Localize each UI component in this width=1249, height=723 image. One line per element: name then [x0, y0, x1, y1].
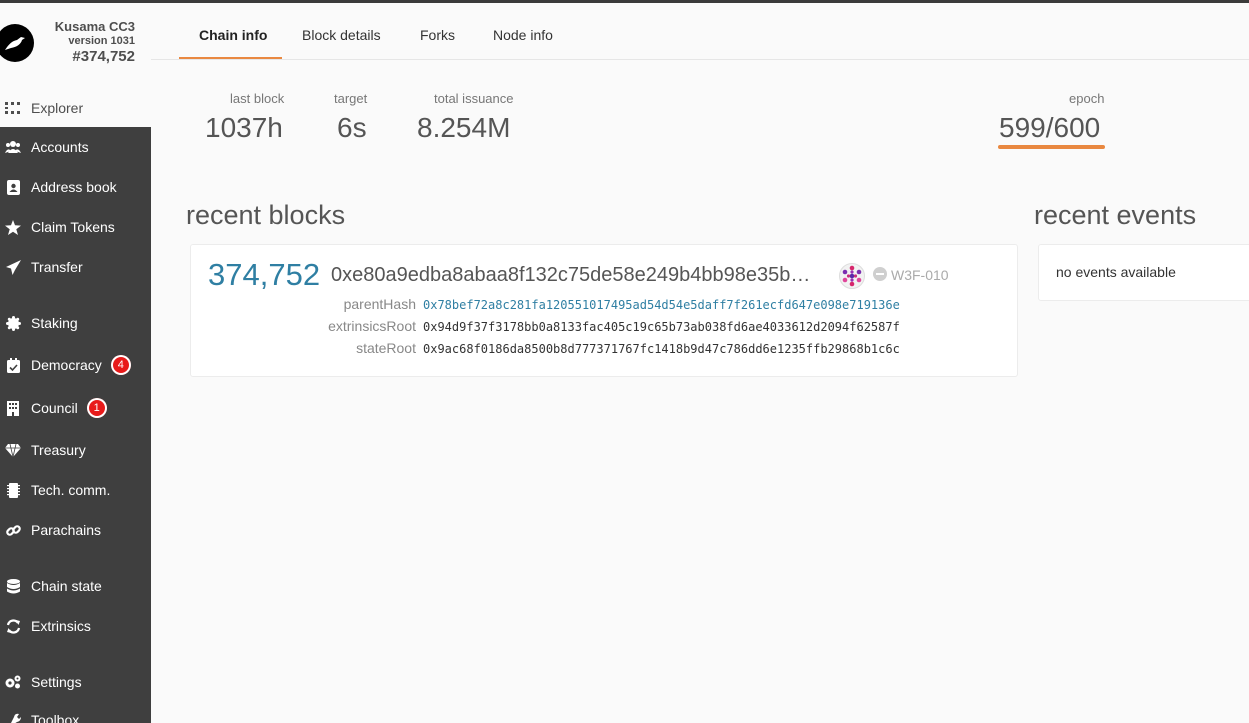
- active-tab-indicator: [179, 57, 282, 59]
- link-icon: [5, 522, 21, 538]
- tab-block-details[interactable]: Block details: [302, 3, 381, 59]
- block-hash: 0xe80a9edba8abaa8f132c75de58e249b4bb98e3…: [331, 264, 811, 286]
- grid-icon: [5, 100, 21, 116]
- sidebar-item-council[interactable]: Council 1: [0, 389, 151, 427]
- sidebar-item-claim-tokens[interactable]: Claim Tokens: [0, 208, 151, 246]
- chain-best-block: #374,752: [72, 48, 135, 65]
- sidebar-item-settings[interactable]: Settings: [0, 663, 151, 701]
- sidebar-item-label: Staking: [31, 315, 78, 331]
- sidebar-item-label: Claim Tokens: [31, 219, 115, 235]
- block-author[interactable]: W3F-010: [891, 267, 949, 283]
- sidebar-item-democracy[interactable]: Democracy 4: [0, 346, 151, 384]
- microchip-icon: [5, 482, 21, 498]
- sidebar-item-label: Settings: [31, 674, 82, 690]
- sidebar-item-explorer[interactable]: Explorer: [0, 89, 151, 127]
- building-icon: [5, 400, 21, 416]
- kusama-logo-icon[interactable]: [0, 24, 34, 62]
- state-root-value: 0x9ac68f0186da8500b8d777371767fc1418b9d4…: [423, 342, 900, 356]
- star-icon: [5, 219, 21, 235]
- calendar-check-icon: [5, 357, 21, 373]
- sidebar-item-label: Tech. comm.: [31, 482, 111, 498]
- sidebar-item-extrinsics[interactable]: Extrinsics: [0, 607, 151, 645]
- sidebar-item-treasury[interactable]: Treasury: [0, 431, 151, 469]
- sidebar-item-chain-state[interactable]: Chain state: [0, 567, 151, 605]
- tab-chain-info[interactable]: Chain info: [199, 3, 267, 59]
- users-icon: [5, 139, 21, 155]
- database-icon: [5, 578, 21, 594]
- target-label: target: [334, 91, 368, 106]
- sidebar-item-label: Address book: [31, 179, 117, 195]
- sync-icon: [5, 618, 21, 634]
- sidebar-item-label: Explorer: [31, 100, 84, 116]
- chain-info: Kusama CC3 version 1031 #374,752: [55, 19, 135, 67]
- parent-hash-label: parentHash: [343, 296, 416, 312]
- epoch-value: 599/600: [999, 112, 1101, 143]
- democracy-count-badge: 4: [110, 355, 131, 375]
- parent-hash-link[interactable]: 0x78bef72a8c281fa120551017495ad54d54e5da…: [423, 298, 900, 312]
- total-issuance-label: total issuance: [434, 91, 514, 106]
- sidebar: Kusama CC3 version 1031 #374,752 Explore…: [0, 3, 151, 723]
- sidebar-item-label: Toolbox: [31, 712, 80, 723]
- no-events-text: no events available: [1056, 264, 1176, 280]
- events-card: no events available: [1038, 244, 1249, 301]
- author-status-icon: [873, 267, 887, 281]
- sidebar-item-label: Parachains: [31, 522, 102, 538]
- epoch-label: epoch: [1069, 91, 1105, 106]
- state-root-label: stateRoot: [356, 340, 416, 356]
- recent-blocks-title: recent blocks: [186, 200, 346, 230]
- tab-forks[interactable]: Forks: [420, 3, 455, 59]
- council-count-badge: 1: [86, 398, 107, 418]
- sidebar-item-toolbox[interactable]: Toolbox: [0, 701, 151, 723]
- block-card: 374,752 0xe80a9edba8abaa8f132c75de58e249…: [190, 244, 1018, 377]
- sidebar-item-label: Council: [31, 400, 78, 416]
- sidebar-item-label: Accounts: [31, 139, 89, 155]
- send-icon: [5, 259, 21, 275]
- sidebar-item-staking[interactable]: Staking: [0, 304, 151, 342]
- certificate-icon: [5, 315, 21, 331]
- chain-header: Kusama CC3 version 1031 #374,752: [0, 3, 151, 89]
- toolbox-icon: [5, 712, 21, 723]
- sidebar-item-label: Chain state: [31, 578, 102, 594]
- sidebar-item-accounts[interactable]: Accounts: [0, 128, 151, 166]
- extrinsics-root-value: 0x94d9f37f3178bb0a8133fac405c19c65b73ab0…: [423, 320, 900, 334]
- block-number-link[interactable]: 374,752: [208, 257, 320, 293]
- chain-name: Kusama CC3: [54, 19, 135, 34]
- total-issuance-value: 8.254M: [417, 112, 511, 143]
- last-block-label: last block: [230, 91, 285, 106]
- cogs-icon: [5, 674, 21, 690]
- sidebar-item-address-book[interactable]: Address book: [0, 168, 151, 206]
- last-block-value: 1037h: [205, 112, 283, 143]
- chain-version: version 1031: [68, 35, 135, 47]
- sidebar-item-label: Treasury: [31, 442, 86, 458]
- tab-bar: Chain info Block details Forks Node info: [151, 3, 1249, 60]
- author-identicon-icon[interactable]: [839, 263, 865, 289]
- target-value: 6s: [337, 112, 367, 143]
- sidebar-item-label: Democracy: [31, 357, 102, 373]
- sidebar-item-label: Transfer: [31, 259, 83, 275]
- extrinsics-root-label: extrinsicsRoot: [328, 318, 416, 334]
- recent-events-title: recent events: [1034, 200, 1197, 230]
- sidebar-item-parachains[interactable]: Parachains: [0, 511, 151, 549]
- sidebar-item-tech-comm[interactable]: Tech. comm.: [0, 471, 151, 509]
- sidebar-item-label: Extrinsics: [31, 618, 91, 634]
- sidebar-item-transfer[interactable]: Transfer: [0, 248, 151, 286]
- gem-icon: [5, 442, 21, 458]
- address-book-icon: [5, 179, 21, 195]
- epoch-progress-bar: [998, 145, 1105, 149]
- tab-node-info[interactable]: Node info: [493, 3, 553, 59]
